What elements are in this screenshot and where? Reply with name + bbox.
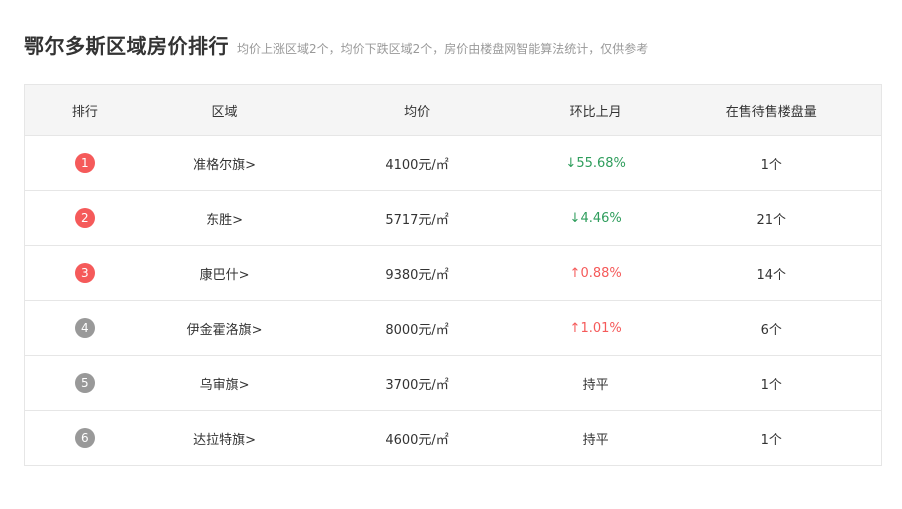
area-link[interactable]: 乌审旗> — [145, 374, 305, 393]
area-link[interactable]: 达拉特旗> — [145, 429, 305, 448]
ranking-table: 排行 区域 均价 环比上月 在售待售楼盘量 1 准格尔旗> 4100元/㎡ ↓55.6… — [24, 84, 882, 466]
table-row: 5 乌审旗> 3700元/㎡ 持平 1个 — [25, 355, 881, 410]
rank-badge: 2 — [74, 208, 95, 228]
month-change: ↑0.88% — [569, 265, 622, 281]
page: 鄂尔多斯区域房价排行 均价上涨区域2个，均价下跌区域2个，房价由楼盘网智能算法统… — [0, 0, 902, 509]
page-header: 鄂尔多斯区域房价排行 均价上涨区域2个，均价下跌区域2个，房价由楼盘网智能算法统… — [24, 30, 648, 59]
rank-badge: 1 — [74, 153, 95, 173]
column-header-change: 环比上月 — [569, 104, 622, 120]
listing-count: 14个 — [756, 267, 787, 283]
listing-count: 21个 — [756, 212, 787, 228]
average-price: 4600元/㎡ — [385, 432, 449, 448]
table-row: 4 伊金霍洛旗> 8000元/㎡ ↑1.01% 6个 — [25, 300, 881, 355]
area-link[interactable]: 伊金霍洛旗> — [145, 319, 305, 338]
average-price: 4100元/㎡ — [385, 157, 449, 173]
listing-count: 1个 — [760, 157, 782, 173]
rank-badge: 3 — [74, 263, 95, 283]
column-header-area: 区域 — [211, 104, 238, 120]
month-change: ↓55.68% — [565, 155, 626, 171]
month-change: ↓4.46% — [569, 210, 622, 226]
rank-badge: 6 — [74, 428, 95, 448]
rank-badge: 5 — [74, 373, 95, 393]
column-header-rank: 排行 — [71, 104, 98, 120]
rank-cell: 5 — [25, 373, 145, 393]
area-link[interactable]: 东胜> — [145, 209, 305, 228]
average-price: 9380元/㎡ — [385, 267, 449, 283]
table-body: 1 准格尔旗> 4100元/㎡ ↓55.68% 1个 2 东胜> 5717元/㎡ ↓4.46% 2… — [25, 135, 881, 465]
average-price: 3700元/㎡ — [385, 377, 449, 393]
rank-cell: 4 — [25, 318, 145, 338]
average-price: 8000元/㎡ — [385, 322, 449, 338]
listing-count: 1个 — [760, 377, 782, 393]
table-row: 3 康巴什> 9380元/㎡ ↑0.88% 14个 — [25, 245, 881, 300]
table-row: 2 东胜> 5717元/㎡ ↓4.46% 21个 — [25, 190, 881, 245]
column-header-price: 均价 — [404, 104, 431, 120]
rank-badge: 4 — [74, 318, 95, 338]
month-change: 持平 — [582, 377, 609, 393]
listing-count: 1个 — [760, 432, 782, 448]
table-row: 6 达拉特旗> 4600元/㎡ 持平 1个 — [25, 410, 881, 465]
rank-cell: 2 — [25, 208, 145, 228]
rank-cell: 6 — [25, 428, 145, 448]
column-header-count: 在售待售楼盘量 — [725, 104, 817, 120]
area-link[interactable]: 准格尔旗> — [145, 154, 305, 173]
page-title: 鄂尔多斯区域房价排行 — [24, 34, 229, 58]
average-price: 5717元/㎡ — [385, 212, 449, 228]
rank-cell: 1 — [25, 153, 145, 173]
month-change: 持平 — [582, 432, 609, 448]
rank-cell: 3 — [25, 263, 145, 283]
table-row: 1 准格尔旗> 4100元/㎡ ↓55.68% 1个 — [25, 135, 881, 190]
area-link[interactable]: 康巴什> — [145, 264, 305, 283]
listing-count: 6个 — [760, 322, 782, 338]
page-subtitle: 均价上涨区域2个，均价下跌区域2个，房价由楼盘网智能算法统计，仅供参考 — [237, 42, 649, 56]
month-change: ↑1.01% — [569, 320, 622, 336]
table-header-row: 排行 区域 均价 环比上月 在售待售楼盘量 — [25, 85, 881, 135]
